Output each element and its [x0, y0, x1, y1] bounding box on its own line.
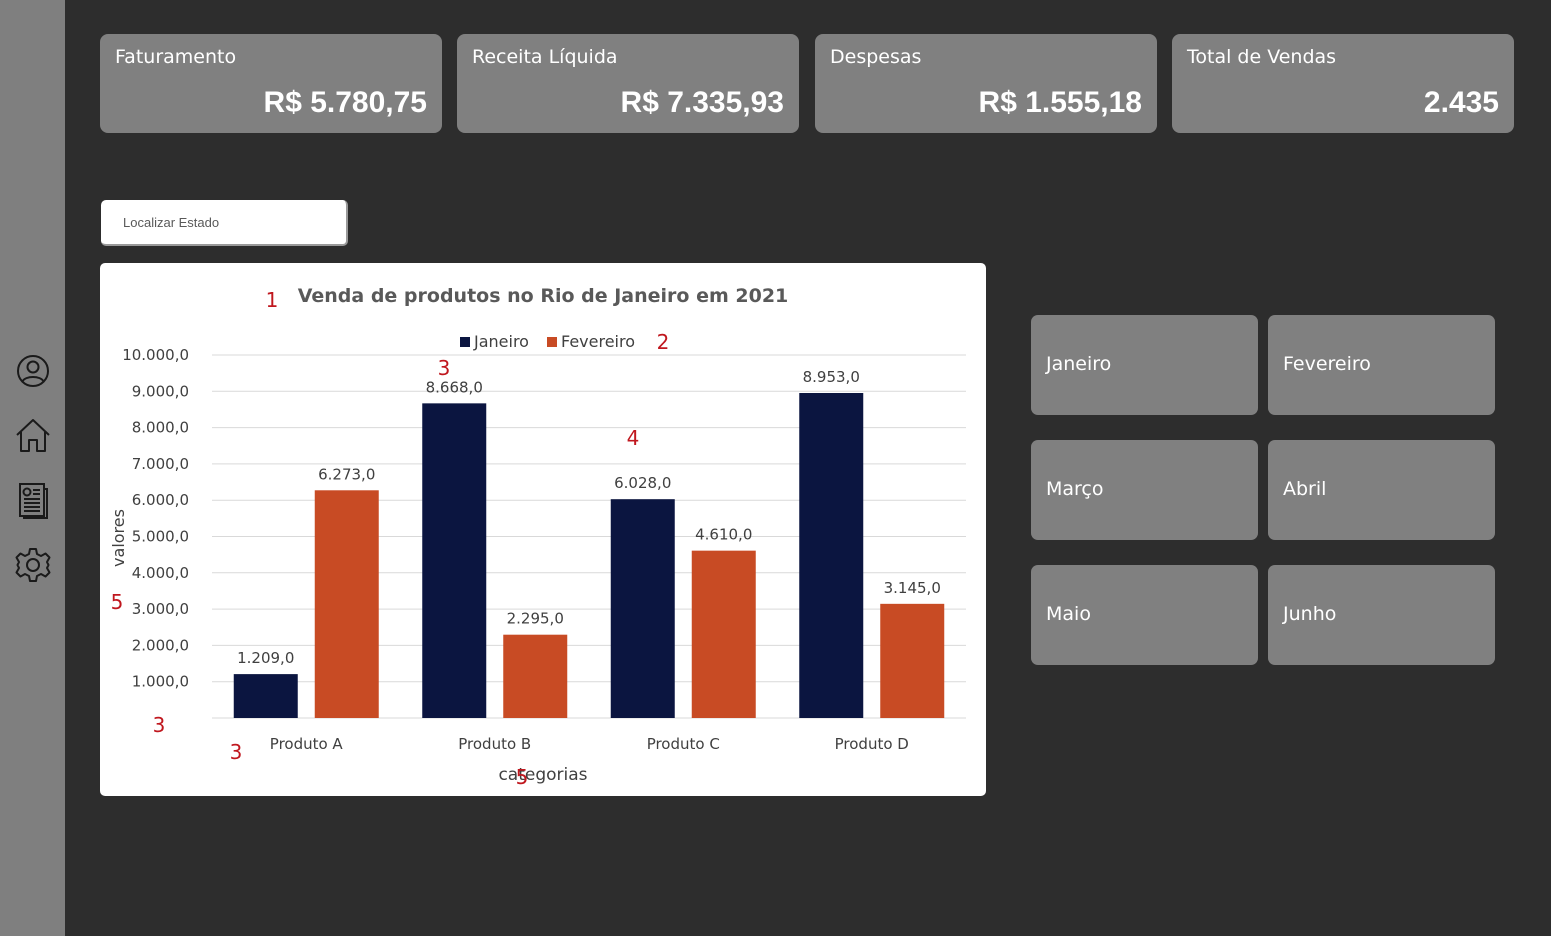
data-label: 8.668,0 [426, 378, 483, 396]
month-label: Maio [1046, 603, 1091, 625]
kpi-card-faturamento: Faturamento R$ 5.780,75 [100, 34, 442, 133]
annotation-marker: 3 [230, 740, 243, 764]
month-button-janeiro[interactable]: Janeiro [1031, 315, 1258, 415]
legend-label: Janeiro [473, 332, 529, 351]
annotation-marker: 1 [266, 288, 279, 312]
state-search-box[interactable] [101, 200, 348, 246]
chart-title: Venda de produtos no Rio de Janeiro em 2… [298, 285, 789, 307]
month-button-fevereiro[interactable]: Fevereiro [1268, 315, 1495, 415]
annotation-marker: 3 [438, 356, 451, 380]
kpi-value: R$ 1.555,18 [978, 86, 1142, 119]
home-icon[interactable] [14, 416, 52, 454]
kpi-label: Faturamento [115, 46, 237, 68]
kpi-card-despesas: Despesas R$ 1.555,18 [815, 34, 1157, 133]
user-icon[interactable] [14, 352, 52, 390]
month-button-maio[interactable]: Maio [1031, 565, 1258, 665]
month-label: Junho [1283, 603, 1337, 625]
kpi-label: Total de Vendas [1187, 46, 1337, 68]
month-label: Fevereiro [1283, 353, 1371, 375]
y-tick-label: 7.000,0 [132, 455, 189, 473]
kpi-card-receita-liquida: Receita Líquida R$ 7.335,93 [457, 34, 799, 133]
bar-janeiro-produto-a [233, 674, 298, 718]
data-label: 8.953,0 [803, 368, 860, 386]
month-label: Março [1046, 478, 1104, 500]
annotation-marker: 4 [627, 426, 640, 450]
annotation-marker: 3 [153, 713, 166, 737]
x-tick-label: Produto B [458, 735, 531, 753]
kpi-label: Despesas [830, 46, 922, 68]
data-label: 3.145,0 [884, 579, 941, 597]
sales-chart: Venda de produtos no Rio de Janeiro em 2… [100, 263, 986, 796]
month-label: Janeiro [1046, 353, 1112, 375]
y-tick-label: 10.000,0 [122, 346, 189, 364]
y-tick-label: 1.000,0 [132, 673, 189, 691]
kpi-label: Receita Líquida [472, 46, 618, 68]
x-tick-label: Produto A [270, 735, 344, 753]
data-label: 4.610,0 [695, 526, 752, 544]
state-search-input[interactable] [121, 200, 345, 244]
bar-fevereiro-produto-a [314, 490, 379, 718]
legend-swatch [460, 337, 470, 347]
y-tick-label: 8.000,0 [132, 419, 189, 437]
x-tick-label: Produto D [835, 735, 909, 753]
data-label: 6.028,0 [614, 474, 671, 492]
bar-fevereiro-produto-d [880, 603, 945, 718]
kpi-value: 2.435 [1423, 86, 1499, 119]
kpi-card-total-vendas: Total de Vendas 2.435 [1172, 34, 1514, 133]
annotation-marker: 2 [657, 330, 670, 354]
chart-svg: Venda de produtos no Rio de Janeiro em 2… [109, 285, 966, 789]
month-button-marco[interactable]: Março [1031, 440, 1258, 540]
y-tick-label: 2.000,0 [132, 636, 189, 654]
y-tick-label: 6.000,0 [132, 491, 189, 509]
bar-fevereiro-produto-b [503, 634, 568, 718]
y-tick-label: 9.000,0 [132, 382, 189, 400]
annotation-marker: 5 [516, 765, 529, 789]
data-label: 6.273,0 [318, 465, 375, 483]
data-label: 2.295,0 [507, 610, 564, 628]
bar-janeiro-produto-c [610, 499, 675, 718]
annotation-marker: 5 [111, 590, 124, 614]
month-button-abril[interactable]: Abril [1268, 440, 1495, 540]
y-tick-label: 3.000,0 [132, 600, 189, 618]
report-icon[interactable] [14, 481, 52, 519]
y-axis-title: valores [109, 509, 128, 567]
legend-swatch [547, 337, 557, 347]
gear-icon[interactable] [14, 546, 52, 584]
x-axis-title: categorias [498, 765, 587, 785]
month-label: Abril [1283, 478, 1327, 500]
sidebar [0, 0, 65, 936]
bar-janeiro-produto-d [799, 393, 864, 718]
kpi-value: R$ 5.780,75 [263, 86, 427, 119]
kpi-value: R$ 7.335,93 [620, 86, 784, 119]
bar-janeiro-produto-b [422, 403, 487, 718]
y-tick-label: 5.000,0 [132, 528, 189, 546]
data-label: 1.209,0 [237, 649, 294, 667]
x-tick-label: Produto C [647, 735, 720, 753]
month-button-junho[interactable]: Junho [1268, 565, 1495, 665]
y-tick-label: 4.000,0 [132, 564, 189, 582]
bar-fevereiro-produto-c [691, 550, 756, 718]
legend-label: Fevereiro [561, 332, 635, 351]
